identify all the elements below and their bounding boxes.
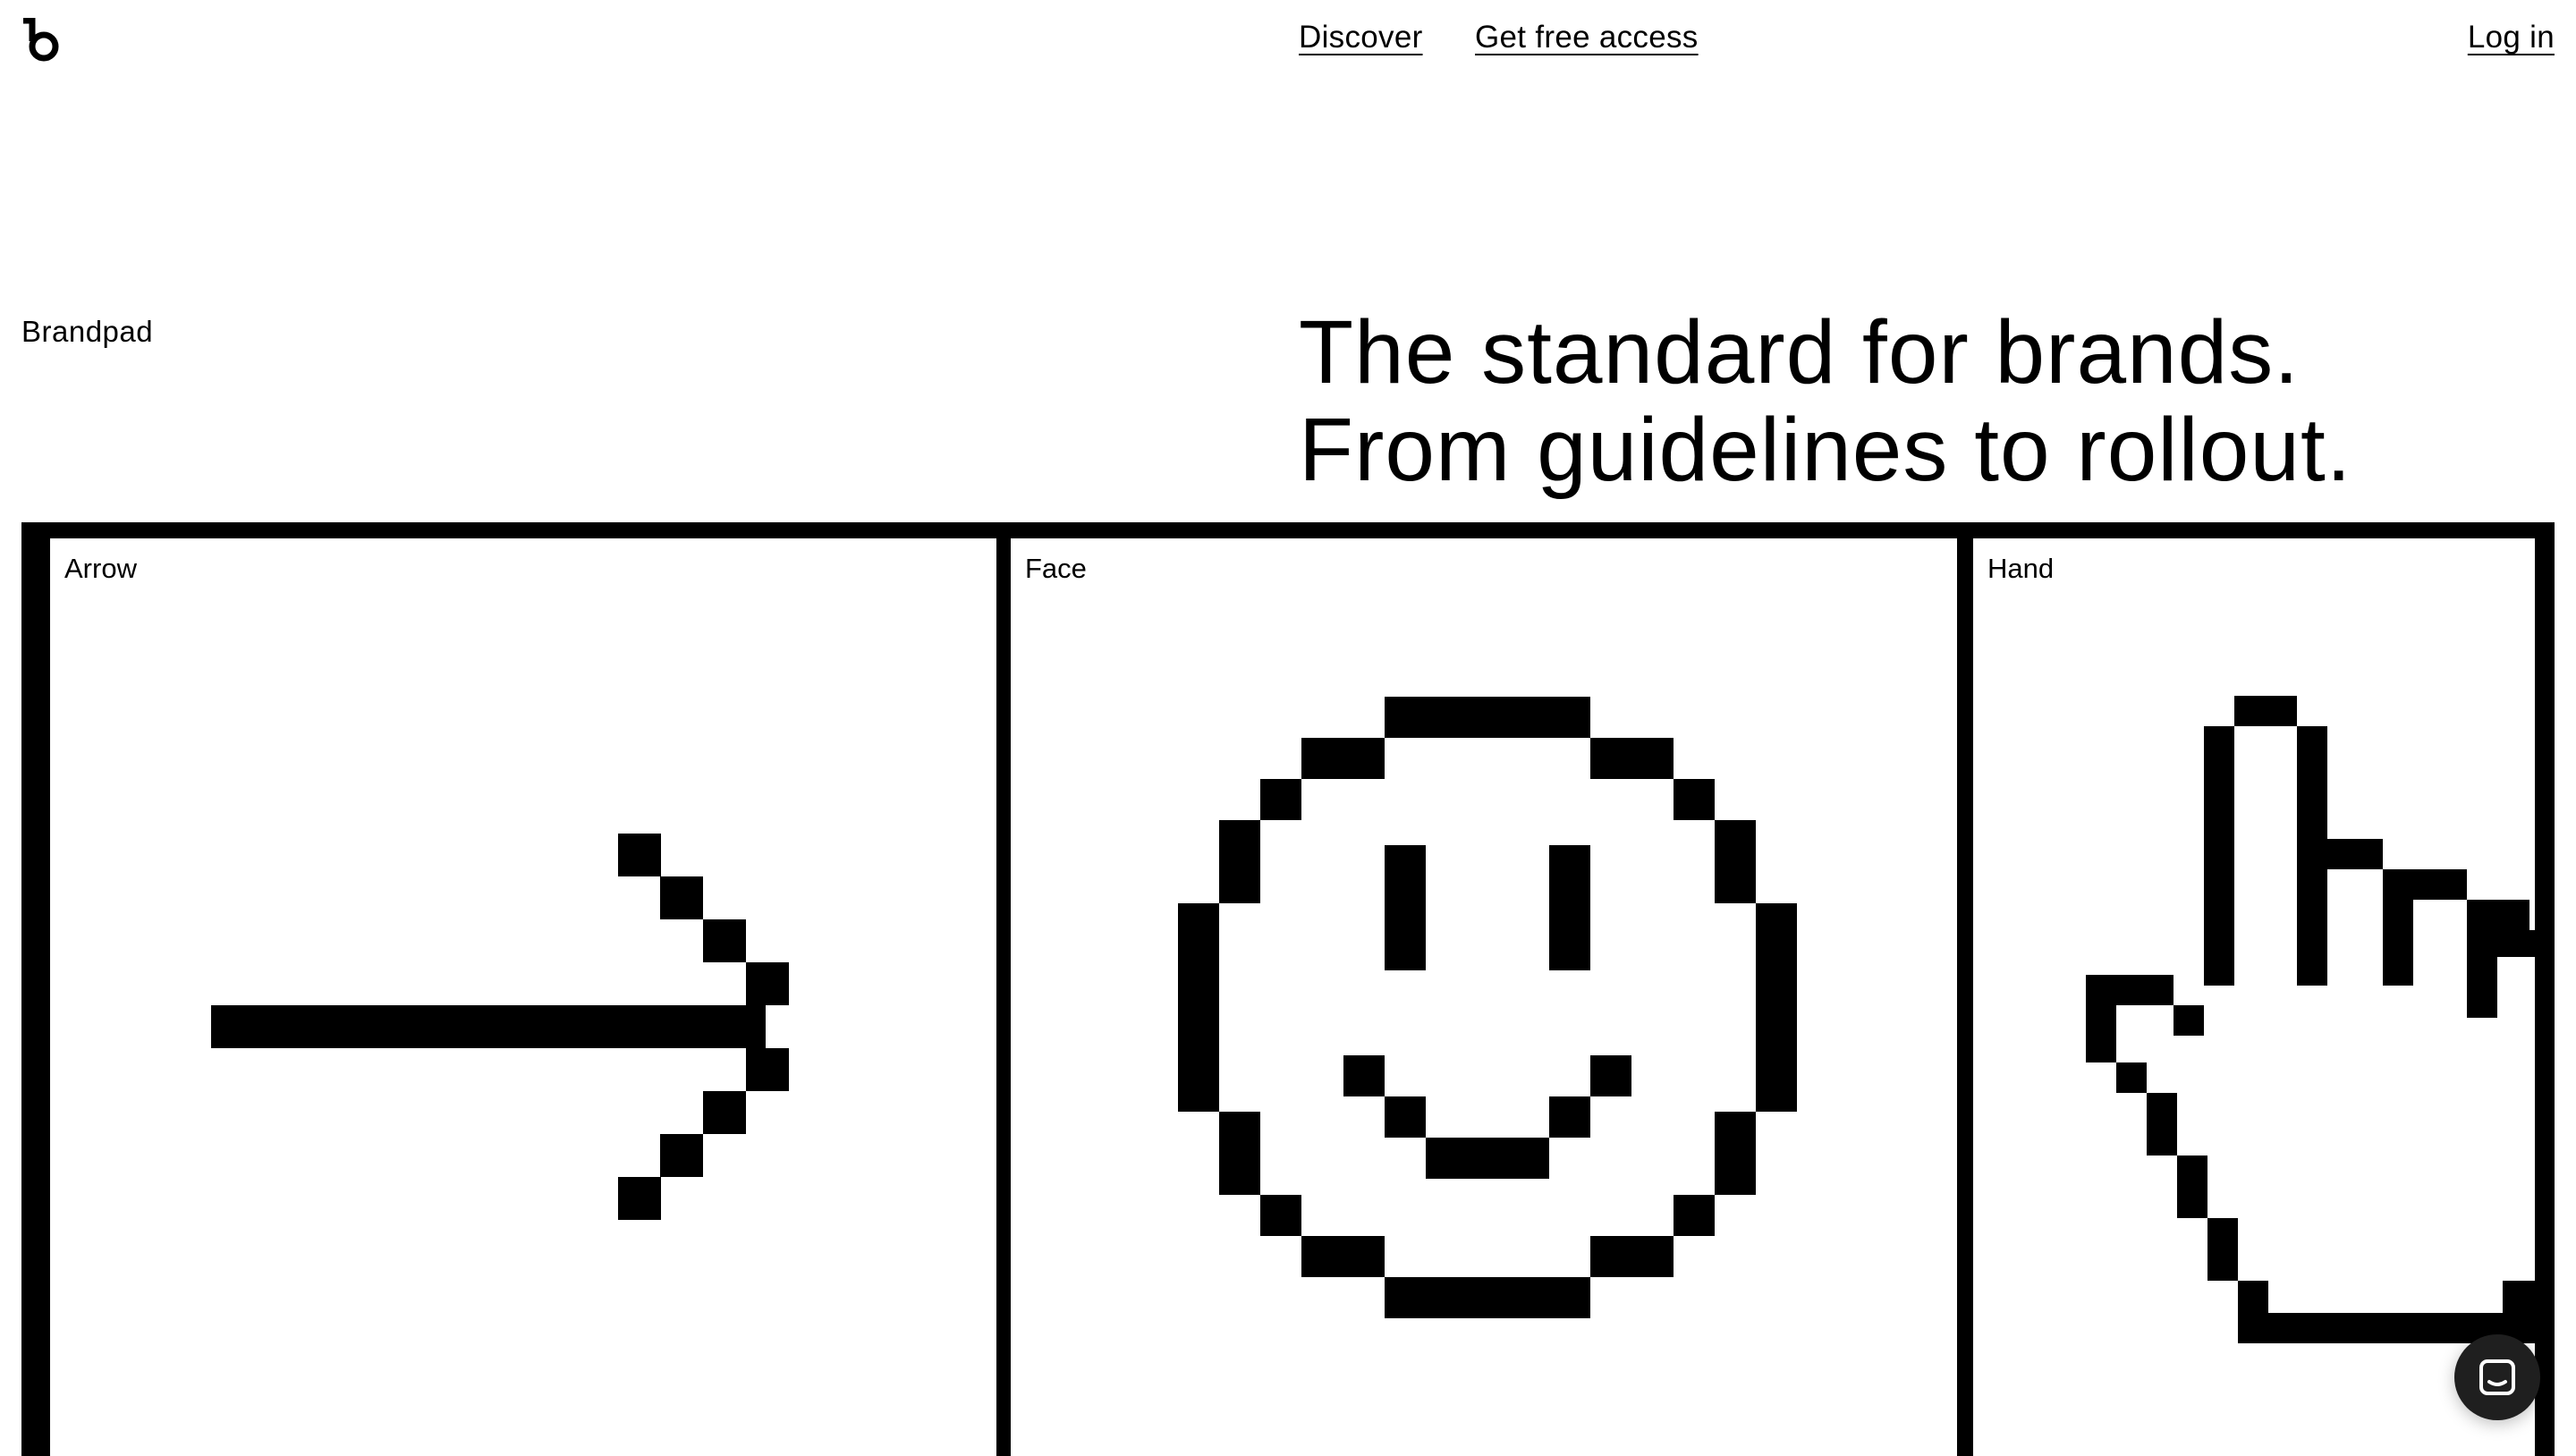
- hero-headline: The standard for brands. From guidelines…: [1299, 304, 2352, 499]
- pixel-pointing-hand-icon: [2086, 696, 2535, 1343]
- gallery-panel-hand[interactable]: Hand: [1973, 538, 2535, 1456]
- hero-headline-line-2: From guidelines to rollout.: [1299, 400, 2352, 500]
- nav-discover-link[interactable]: Discover: [1299, 18, 1423, 57]
- gallery-panel-face[interactable]: Face: [1011, 538, 1957, 1456]
- hero-headline-line-1: The standard for brands.: [1299, 302, 2301, 402]
- brandpad-logo-icon: [23, 18, 59, 62]
- nav-log-in-link[interactable]: Log in: [2468, 18, 2555, 57]
- gallery-panel-arrow[interactable]: Arrow: [50, 538, 996, 1456]
- pixel-arrow-icon: [211, 834, 789, 1220]
- nav-get-free-access-link[interactable]: Get free access: [1475, 18, 1699, 57]
- chat-widget-button[interactable]: [2454, 1334, 2540, 1420]
- logo-link[interactable]: [20, 18, 63, 63]
- brand-label: Brandpad: [21, 315, 154, 348]
- icon-gallery: Arrow Face Hand: [21, 522, 2555, 1456]
- pixel-smiley-face-icon: [1178, 697, 1797, 1318]
- chat-icon: [2479, 1359, 2515, 1395]
